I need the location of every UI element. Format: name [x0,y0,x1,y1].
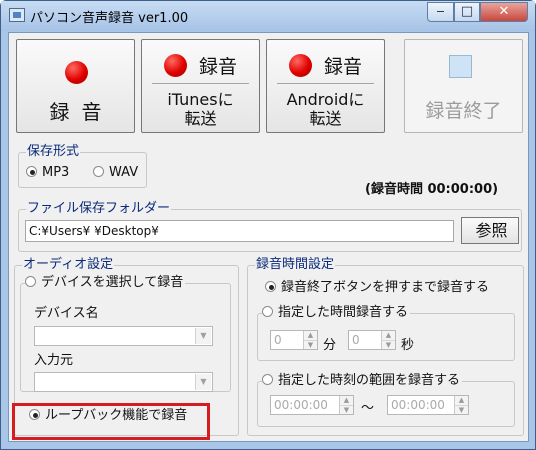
itunes-head-label: 録音 [198,56,237,78]
maximize-button[interactable]: □ [454,2,480,22]
android-sub1-label: Androidに [286,90,365,109]
chevron-down-icon: ▼ [195,374,211,390]
device-name-label: デバイス名 [34,306,99,321]
time-range-subgroup: 指定した時刻の範囲を録音する 00:00:00 ▲ ▼ ～ 00:00:00 ▲ ▼ [257,373,515,427]
stop-record-button[interactable]: 録音終了 [404,39,523,133]
end-time-field[interactable]: 00:00:00 ▲ ▼ [387,395,469,415]
main-panel: 録音 録音 iTunesに 転送 録音 Androidに 転送 録音終了 保存形式 … [8,32,529,442]
title-bar[interactable]: パソコン音声録音 ver1.00 ‒ □ ✕ [1,1,535,31]
duration-subgroup: 指定した時間録音する 0 ▲ ▼ 分 0 ▲ ▼ 秒 [257,305,515,361]
android-sub2-label: 転送 [309,109,342,128]
audio-settings-label: オーディオ設定 [22,257,115,273]
device-select-label: デバイスを選択して録音 [41,275,184,290]
itunes-sub2-label: 転送 [184,109,217,128]
app-window: パソコン音声録音 ver1.00 ‒ □ ✕ 録音 録音 iTunesに 転送 録… [0,0,536,450]
record-button[interactable]: 録音 [16,39,135,133]
record-time-group: 録音時間設定 録音終了ボタンを押すまで録音する 指定した時間録音する 0 ▲ ▼ 分… [247,257,524,436]
end-time-value: 00:00:00 [391,398,445,412]
minutes-spinner[interactable]: 0 ▲ ▼ [270,330,318,350]
input-source-label: 入力元 [34,353,74,368]
time-range-radio[interactable]: 指定した時刻の範囲を録音する [262,373,463,389]
stop-square-icon [449,55,472,78]
spin-up-icon[interactable]: ▲ [339,396,353,405]
stop-button-label: 録音終了 [425,100,502,122]
record-itunes-button[interactable]: 録音 iTunesに 転送 [141,39,260,133]
radio-unselected-icon [262,374,273,385]
duration-radio[interactable]: 指定した時間録音する [262,305,411,321]
chevron-down-icon: ▼ [195,328,211,344]
itunes-sub1-label: iTunesに [167,90,234,109]
spin-down-icon[interactable]: ▼ [303,340,317,349]
folder-path-field[interactable]: C:¥Users¥ ¥Desktop¥ [25,220,454,242]
minutes-value: 0 [274,333,282,347]
mp3-radio[interactable]: MP3 [26,165,69,181]
input-source-combo[interactable]: ▼ [34,372,213,392]
radio-unselected-icon [262,306,273,317]
radio-selected-icon [265,281,276,292]
recording-time-display: (録音時間 00:00:00) [365,182,499,197]
until-stop-label: 録音終了ボタンを押すまで録音する [281,280,490,295]
radio-unselected-icon [25,276,36,287]
minimize-button[interactable]: ‒ [427,2,454,22]
close-button[interactable]: ✕ [480,2,528,22]
format-group-label: 保存形式 [26,144,81,160]
time-range-label: 指定した時刻の範囲を録音する [278,373,461,388]
app-icon [9,8,25,22]
format-group: 保存形式 MP3 WAV [18,144,147,188]
seconds-value: 0 [352,333,360,347]
minutes-unit: 分 [323,338,337,353]
android-head-label: 録音 [323,56,362,78]
spin-up-icon[interactable]: ▲ [303,331,317,340]
radio-unselected-icon [93,166,104,177]
spin-down-icon[interactable]: ▼ [339,405,353,414]
until-stop-radio[interactable]: 録音終了ボタンを押すまで録音する [265,280,489,296]
spin-down-icon[interactable]: ▼ [454,405,468,414]
start-time-value: 00:00:00 [274,398,328,412]
radio-selected-icon [26,166,37,177]
loopback-highlight-box [12,403,210,440]
seconds-unit: 秒 [401,338,415,353]
record-dot-icon [288,54,312,77]
spin-up-icon[interactable]: ▲ [381,331,395,340]
record-android-button[interactable]: 録音 Androidに 転送 [266,39,385,133]
wav-radio[interactable]: WAV [93,165,138,181]
record-dot-icon [65,61,88,84]
divider [277,83,374,84]
divider [152,83,249,84]
save-folder-group: ファイル保存フォルダー C:¥Users¥ ¥Desktop¥ 参照 [18,201,522,252]
record-time-label: 録音時間設定 [255,257,336,273]
seconds-spinner[interactable]: 0 ▲ ▼ [348,330,396,350]
record-button-label: 録音 [49,100,114,124]
start-time-field[interactable]: 00:00:00 ▲ ▼ [270,395,354,415]
record-dot-icon [163,54,187,77]
range-separator: ～ [361,401,375,416]
browse-button[interactable]: 参照 [461,217,519,244]
device-subgroup: デバイスを選択して録音 デバイス名 ▼ 入力元 ▼ [20,275,231,392]
device-select-radio[interactable]: デバイスを選択して録音 [25,275,186,291]
wav-label: WAV [109,165,139,180]
save-folder-label: ファイル保存フォルダー [26,201,172,217]
mp3-label: MP3 [42,165,70,180]
spin-down-icon[interactable]: ▼ [381,340,395,349]
spin-up-icon[interactable]: ▲ [454,396,468,405]
window-title: パソコン音声録音 ver1.00 [30,11,189,26]
device-name-combo[interactable]: ▼ [34,326,213,346]
duration-label: 指定した時間録音する [278,305,409,320]
